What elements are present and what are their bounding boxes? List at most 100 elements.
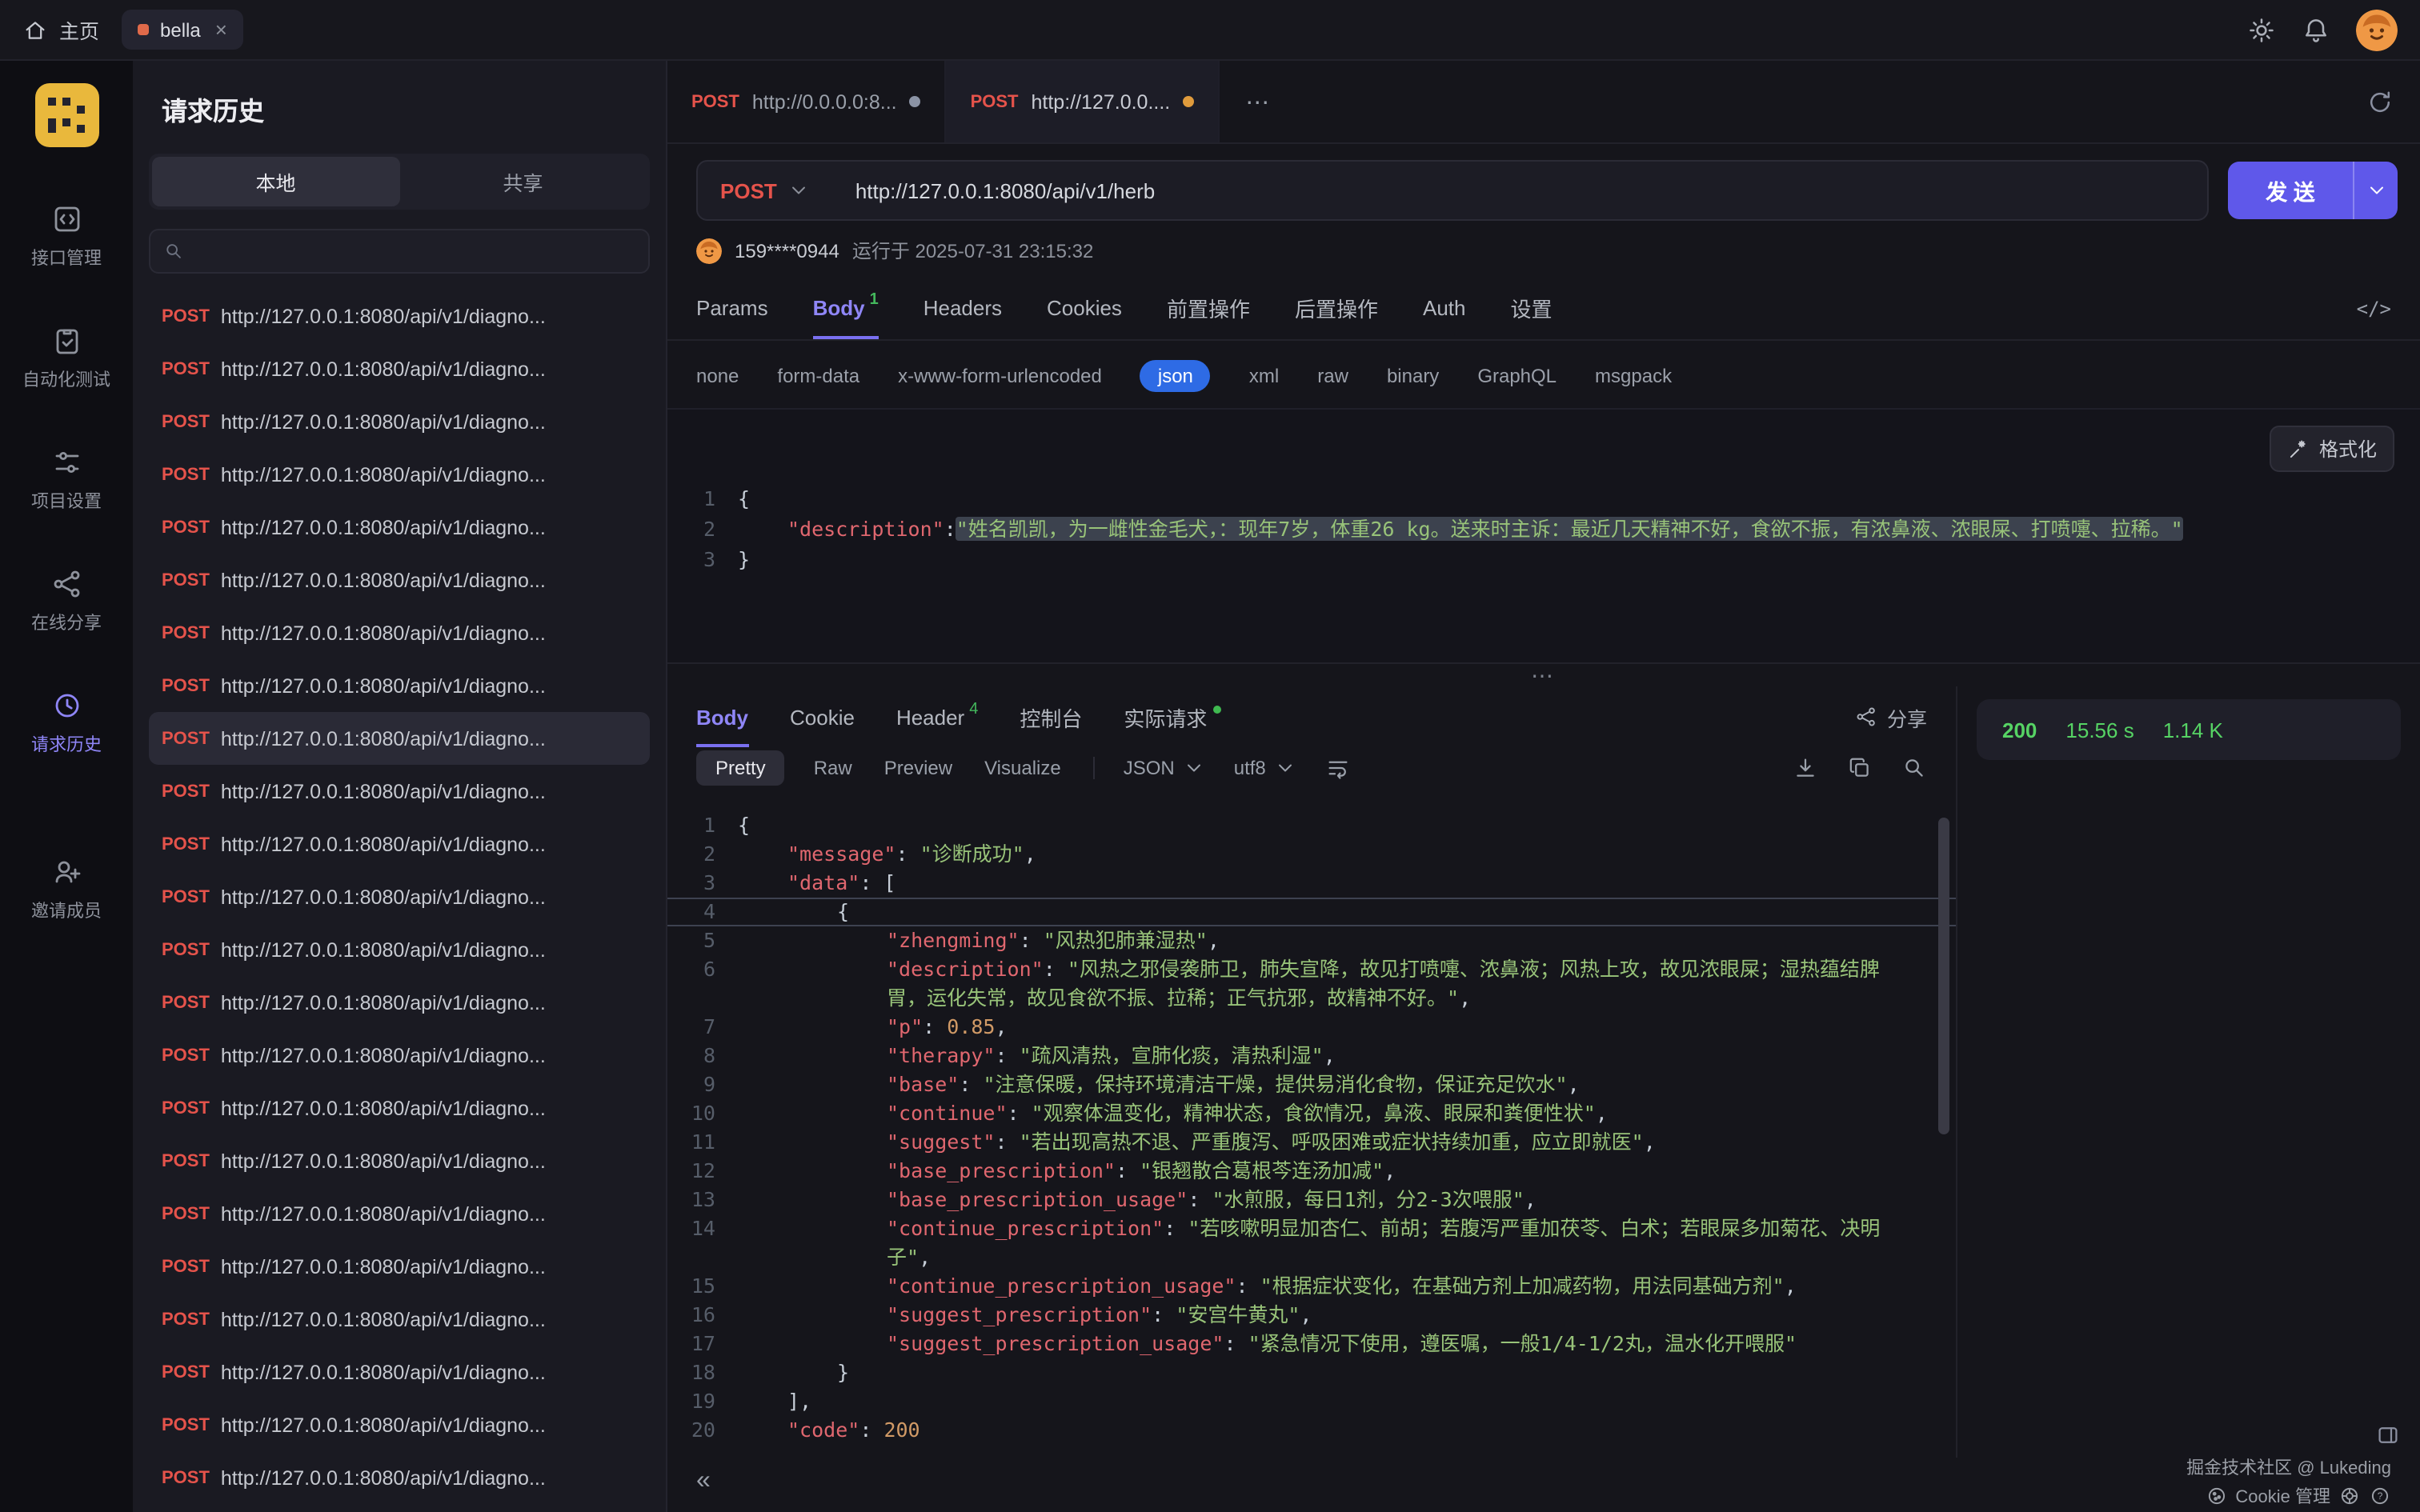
history-item[interactable]: POSThttp://127.0.0.1:8080/api/v1/diagno.… [149, 1398, 650, 1451]
code-view-icon[interactable]: </> [2357, 297, 2391, 319]
history-item[interactable]: POSThttp://127.0.0.1:8080/api/v1/diagno.… [149, 976, 650, 1029]
line-number: 6 [667, 955, 738, 1013]
history-search-input[interactable] [194, 240, 635, 262]
sidebar-item-autotest[interactable]: 自动化测试 [22, 298, 110, 419]
history-item[interactable]: POSThttp://127.0.0.1:8080/api/v1/diagno.… [149, 501, 650, 554]
open-request-tab[interactable]: POSThttp://127.0.0.... [947, 61, 1220, 142]
body-type-none[interactable]: none [696, 365, 739, 387]
line-number: 3 [667, 544, 738, 574]
app-logo[interactable] [34, 83, 98, 147]
history-item[interactable]: POSThttp://127.0.0.1:8080/api/v1/diagno.… [149, 870, 650, 923]
history-item[interactable]: POSThttp://127.0.0.1:8080/api/v1/diagno.… [149, 1029, 650, 1082]
home-button[interactable]: 主页 [22, 14, 99, 45]
body-type-msgpack[interactable]: msgpack [1595, 365, 1672, 387]
lifebuoy-icon[interactable] [2338, 1485, 2361, 1507]
history-scope-tab-local[interactable]: 本地 [152, 157, 399, 206]
request-url-input[interactable]: http://127.0.0.1:8080/api/v1/herb [833, 178, 1155, 202]
body-type-binary[interactable]: binary [1387, 365, 1439, 387]
body-type-json[interactable]: json [1140, 360, 1211, 392]
body-type-form-data[interactable]: form-data [777, 365, 859, 387]
sync-icon[interactable] [2366, 87, 2394, 116]
history-search[interactable] [149, 229, 650, 274]
collapse-panel-icon[interactable]: « [696, 1467, 711, 1496]
history-item[interactable]: POSThttp://127.0.0.1:8080/api/v1/diagno.… [149, 765, 650, 818]
response-tab-actual[interactable]: 实际请求 [1124, 686, 1221, 747]
search-icon[interactable] [1901, 755, 1927, 781]
request-section-tab-post-ops[interactable]: 后置操作 [1295, 277, 1378, 339]
send-button[interactable]: 发 送 [2228, 162, 2398, 219]
request-section-tab-settings[interactable]: 设置 [1511, 277, 1553, 339]
history-item[interactable]: POSThttp://127.0.0.1:8080/api/v1/diagno.… [149, 1082, 650, 1134]
body-type-raw[interactable]: raw [1317, 365, 1348, 387]
response-tab-header[interactable]: Header4 [896, 686, 978, 747]
copy-icon[interactable] [1847, 755, 1873, 781]
share-button[interactable]: 分享 [1855, 702, 1927, 732]
request-section-tab-auth[interactable]: Auth [1423, 277, 1466, 339]
response-scrollbar[interactable] [1938, 818, 1949, 1134]
avatar[interactable] [2356, 9, 2398, 50]
word-wrap-icon[interactable] [1325, 755, 1351, 781]
close-icon[interactable]: × [215, 18, 227, 42]
history-item[interactable]: POSThttp://127.0.0.1:8080/api/v1/diagno.… [149, 1240, 650, 1293]
body-type-graphql[interactable]: GraphQL [1477, 365, 1557, 387]
code-line: 12"base_prescription": "银翘散合葛根芩连汤加减", [667, 1157, 1956, 1186]
bell-icon[interactable] [2302, 15, 2330, 44]
method-select[interactable]: POST [698, 178, 833, 202]
sidebar-item-invite[interactable]: 邀请成员 [22, 829, 110, 950]
view-tab-preview[interactable]: Preview [881, 750, 956, 786]
history-item[interactable]: POSThttp://127.0.0.1:8080/api/v1/diagno.… [149, 1293, 650, 1346]
panel-toggle-icon[interactable] [2375, 1422, 2401, 1448]
response-tab-body[interactable]: Body [696, 686, 748, 747]
request-section-tab-cookies[interactable]: Cookies [1047, 277, 1122, 339]
response-tab-console[interactable]: 控制台 [1020, 686, 1082, 747]
history-item[interactable]: POSThttp://127.0.0.1:8080/api/v1/diagno.… [149, 1451, 650, 1504]
project-tab[interactable]: bella × [122, 10, 243, 50]
format-button[interactable]: 格式化 [2270, 426, 2394, 472]
code-content: } [738, 544, 750, 574]
history-item[interactable]: POSThttp://127.0.0.1:8080/api/v1/diagno.… [149, 1346, 650, 1398]
request-body-editor[interactable]: 格式化 1{2"description":"姓名凯凯，为一雌性金毛犬，：现年7岁… [667, 408, 2420, 664]
cookie-manage[interactable]: Cookie 管理 ? [2205, 1483, 2391, 1509]
response-tab-cookie[interactable]: Cookie [790, 686, 855, 747]
format-select[interactable]: JSON [1124, 757, 1205, 779]
history-item[interactable]: POSThttp://127.0.0.1:8080/api/v1/diagno.… [149, 290, 650, 342]
response-body-code: 1{2"message": "诊断成功",3"data": [4{5"zheng… [667, 811, 1956, 1445]
request-url-label: http://127.0.0.1:8080/api/v1/diagno... [221, 938, 546, 961]
sidebar-item-history[interactable]: 请求历史 [22, 662, 110, 784]
history-item[interactable]: POSThttp://127.0.0.1:8080/api/v1/diagno.… [149, 923, 650, 976]
request-section-tab-params[interactable]: Params [696, 277, 768, 339]
view-tab-visualize[interactable]: Visualize [981, 750, 1064, 786]
history-item[interactable]: POSThttp://127.0.0.1:8080/api/v1/diagno.… [149, 712, 650, 765]
history-scope-tab-shared[interactable]: 共享 [399, 157, 647, 206]
history-item[interactable]: POSThttp://127.0.0.1:8080/api/v1/diagno.… [149, 1187, 650, 1240]
history-item[interactable]: POSThttp://127.0.0.1:8080/api/v1/diagno.… [149, 342, 650, 395]
request-section-tab-body[interactable]: Body1 [813, 277, 879, 339]
view-tab-pretty[interactable]: Pretty [696, 750, 785, 786]
gear-icon[interactable] [2247, 15, 2276, 44]
response-body-viewer[interactable]: 1{2"message": "诊断成功",3"data": [4{5"zheng… [667, 798, 1956, 1458]
history-item[interactable]: POSThttp://127.0.0.1:8080/api/v1/diagno.… [149, 659, 650, 712]
history-item[interactable]: POSThttp://127.0.0.1:8080/api/v1/diagno.… [149, 818, 650, 870]
request-section-tab-headers[interactable]: Headers [924, 277, 1002, 339]
request-method-label: POST [162, 1046, 210, 1065]
more-tabs-button[interactable]: ⋯ [1220, 61, 1298, 142]
help-icon[interactable]: ? [2369, 1485, 2391, 1507]
history-item[interactable]: POSThttp://127.0.0.1:8080/api/v1/diagno.… [149, 554, 650, 606]
download-icon[interactable] [1793, 755, 1818, 781]
history-item[interactable]: POSThttp://127.0.0.1:8080/api/v1/diagno.… [149, 395, 650, 448]
encoding-select[interactable]: utf8 [1234, 757, 1296, 779]
sidebar-item-project[interactable]: 项目设置 [22, 419, 110, 541]
send-options-caret[interactable] [2353, 162, 2398, 219]
body-type-x-www-form-urlencoded[interactable]: x-www-form-urlencoded [898, 365, 1102, 387]
sidebar-item-api[interactable]: 接口管理 [22, 176, 110, 298]
history-item[interactable]: POSThttp://127.0.0.1:8080/api/v1/diagno.… [149, 606, 650, 659]
view-tab-raw[interactable]: Raw [811, 750, 855, 786]
history-item[interactable]: POSThttp://127.0.0.1:8080/api/v1/diagno.… [149, 1134, 650, 1187]
request-url-label: http://127.0.0.1:8080/api/v1/diagno... [221, 1414, 546, 1436]
body-type-xml[interactable]: xml [1249, 365, 1279, 387]
request-section-tab-pre-ops[interactable]: 前置操作 [1167, 277, 1250, 339]
sidebar-item-share[interactable]: 在线分享 [22, 541, 110, 662]
pane-splitter-handle[interactable]: ⋯ [667, 664, 2420, 686]
history-item[interactable]: POSThttp://127.0.0.1:8080/api/v1/diagno.… [149, 448, 650, 501]
open-request-tab[interactable]: POSThttp://0.0.0.0:8... [667, 61, 947, 142]
